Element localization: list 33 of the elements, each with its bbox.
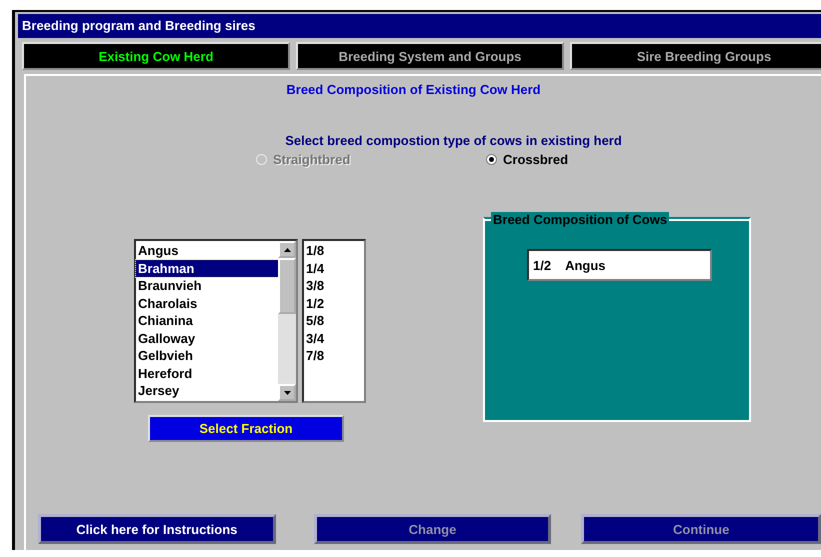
list-item[interactable]: 3/4 <box>306 330 362 347</box>
scroll-down-icon <box>284 390 290 394</box>
list-item[interactable]: Braunvieh <box>136 277 278 294</box>
section-heading: Breed Composition of Existing Cow Herd <box>285 82 542 97</box>
list-item[interactable]: Jersey <box>136 382 278 400</box>
tab[interactable]: Breeding System and Groups <box>296 42 564 70</box>
list-item[interactable]: Charolais <box>136 294 278 312</box>
tab[interactable]: Existing Cow Herd <box>22 42 290 70</box>
radio-button[interactable] <box>486 154 497 165</box>
tab[interactable]: Sire Breeding Groups <box>570 42 821 70</box>
composition-field[interactable]: 1/2 Angus <box>527 249 712 281</box>
scroll-up-icon <box>284 248 290 252</box>
list-item[interactable]: 3/8 <box>306 277 362 294</box>
prompt-text: Select breed compostion type of cows in existing herd <box>284 133 623 148</box>
select-fraction-button[interactable]: Select Fraction <box>148 415 344 442</box>
list-item[interactable]: Chianina <box>136 312 278 330</box>
list-item[interactable]: 1/8 <box>306 242 362 260</box>
fraction-list[interactable]: 1/8 1/4 3/8 1/2 5/8 3/4 7/8 <box>302 239 366 403</box>
action-button[interactable]: Click here for Instructions <box>38 514 276 544</box>
group-title: Breed Composition of Cows <box>491 212 670 227</box>
list-item[interactable]: Galloway <box>136 330 278 347</box>
list-item[interactable]: 1/2 <box>306 294 362 312</box>
radio-label[interactable]: Crossbred <box>503 152 568 167</box>
list-item[interactable]: 5/8 <box>306 312 362 330</box>
list-item[interactable]: Angus <box>136 242 278 260</box>
scrollbar[interactable] <box>278 241 296 401</box>
list-item[interactable]: 1/4 <box>306 260 362 277</box>
list-item[interactable]: Gelbvieh <box>136 347 278 364</box>
list-item[interactable]: 7/8 <box>306 347 362 364</box>
window-title: Breeding program and Breeding sires <box>18 14 821 38</box>
breed-list[interactable]: Angus Brahman Braunvieh Charolais Chianina Galloway Gelbvieh Hereford Jersey <box>134 239 298 403</box>
list-item[interactable]: Hereford <box>136 364 278 382</box>
list-item[interactable]: Brahman <box>136 260 278 277</box>
